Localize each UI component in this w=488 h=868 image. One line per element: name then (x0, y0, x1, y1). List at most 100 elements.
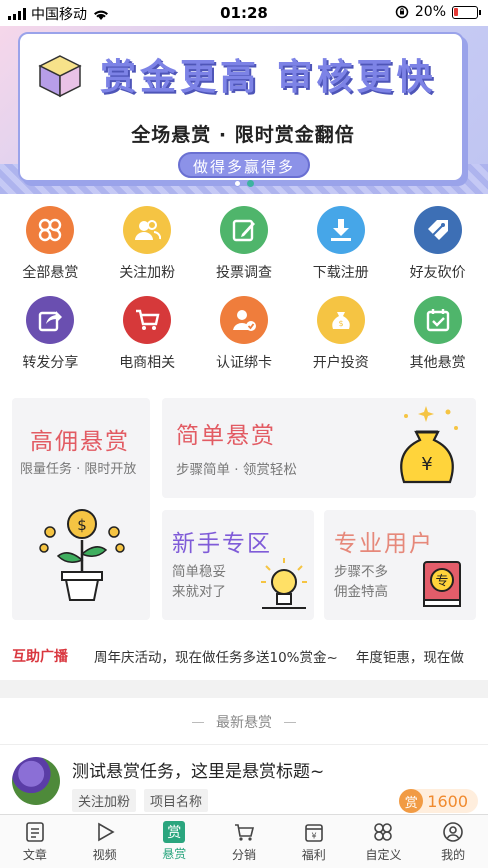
ticker-message: 周年庆活动，现在做任务多送10%赏金~ (94, 650, 338, 666)
pro-book-icon: 专 (423, 561, 461, 607)
tab-label: 福利 (301, 848, 326, 862)
share-icon (26, 296, 75, 344)
category-all[interactable]: 全部悬赏 (2, 206, 98, 282)
tag-icon (413, 206, 462, 254)
tab-mine[interactable]: 我的 (418, 815, 488, 868)
tab-welfare[interactable]: ¥ 福利 (279, 815, 349, 868)
tile-desc-line: 佣金特高 (334, 584, 388, 600)
avatar (12, 757, 60, 805)
tab-distribution[interactable]: 分销 (209, 815, 279, 868)
category-ecommerce[interactable]: 电商相关 (99, 296, 195, 372)
tile-desc-line: 步骤不多 (334, 564, 388, 580)
tile-title: 专业用户 (334, 531, 434, 557)
reward-icon: 赏 (399, 789, 424, 813)
ticker-messages: 周年庆活动，现在做任务多送10%赏金~ 年度钜惠，现在做 (94, 646, 464, 666)
tab-label: 分销 (232, 848, 257, 862)
tile-title: 新手专区 (172, 531, 272, 557)
category-label: 认证绑卡 (215, 355, 272, 371)
task-tag: 关注加粉 (72, 789, 137, 812)
category-verify[interactable]: 认证绑卡 (196, 296, 292, 372)
category-label: 开户投资 (312, 355, 369, 371)
tab-reward[interactable]: 赏 悬赏 (139, 815, 209, 868)
play-icon (93, 820, 117, 844)
tile-desc: 步骤简单 · 领赏轻松 (176, 462, 297, 478)
category-label: 全部悬赏 (22, 265, 79, 281)
banner-subtitle: 全场悬赏 · 限时赏金翻倍 (131, 124, 355, 146)
grid-icon (371, 820, 395, 844)
category-invest[interactable]: $ 开户投资 (293, 296, 389, 372)
banner-headline: 赏金更高 审核更快 (100, 57, 437, 98)
welfare-icon: ¥ (302, 820, 326, 844)
tab-custom[interactable]: 自定义 (349, 815, 419, 868)
carousel-dots[interactable] (0, 180, 488, 187)
svg-text:¥: ¥ (311, 832, 316, 841)
category-grid: 全部悬赏 关注加粉 投票调查 下载注册 好友砍价 转发分享 电商相关 认证绑卡 … (0, 206, 488, 372)
banner-card: 赏金更高 审核更快 全场悬赏 · 限时赏金翻倍 做得多赢得多 (18, 32, 464, 182)
tab-video[interactable]: 视频 (70, 815, 140, 868)
reward-amount: 1600 (427, 791, 468, 811)
edit-icon (219, 206, 268, 254)
rotation-lock-icon (395, 5, 409, 19)
battery-icon (452, 5, 481, 19)
cube-icon (38, 55, 82, 98)
money-plant-icon: $ (39, 509, 125, 601)
task-item[interactable]: 测试悬赏任务，这里是悬赏标题~ 关注加粉 项目名称 赏 1600 (0, 744, 488, 814)
category-label: 好友砍价 (409, 265, 466, 281)
clover-icon (26, 206, 75, 254)
bottom-tab-bar: 文章 视频 赏 悬赏 分销 ¥ 福利 自定义 我的 (0, 814, 488, 868)
banner-pill: 做得多赢得多 (178, 152, 310, 178)
ticker-tag: 互助广播 (12, 649, 68, 665)
carousel-dot[interactable] (234, 180, 241, 187)
lightbulb-icon (261, 558, 307, 609)
article-icon (23, 820, 47, 844)
category-download[interactable]: 下载注册 (293, 206, 389, 282)
tab-label: 悬赏 (162, 847, 187, 861)
tile-simple[interactable]: 简单悬赏 步骤简单 · 领赏轻松 ¥ (162, 398, 476, 498)
svg-text:专: 专 (435, 574, 448, 589)
battery-percent: 20% (414, 4, 446, 20)
broadcast-ticker[interactable]: 互助广播 周年庆活动，现在做任务多送10%赏金~ 年度钜惠，现在做 (0, 632, 488, 680)
tab-article[interactable]: 文章 (0, 815, 70, 868)
tile-pro[interactable]: 专业用户 步骤不多 佣金特高 专 (324, 510, 476, 620)
category-bargain[interactable]: 好友砍价 (390, 206, 486, 282)
category-other[interactable]: 其他悬赏 (390, 296, 486, 372)
calendar-check-icon (413, 296, 462, 344)
divider-line (192, 721, 204, 723)
tab-label: 我的 (441, 848, 466, 862)
section-title: 最新悬赏 (216, 715, 272, 731)
svg-text:$: $ (338, 319, 343, 328)
promo-tiles: 高佣悬赏 限量任务 · 限时开放 $ 简单悬赏 步骤简单 · 领赏轻松 ¥ 新手… (12, 398, 476, 620)
tab-label: 文章 (22, 848, 47, 862)
category-label: 下载注册 (312, 265, 369, 281)
verify-user-icon (219, 296, 268, 344)
users-icon (123, 206, 172, 254)
reward-icon: 赏 (163, 821, 186, 843)
section-divider (0, 680, 488, 698)
category-label: 转发分享 (22, 355, 79, 371)
cart-icon (232, 820, 256, 844)
tile-desc-line: 来就对了 (172, 584, 226, 600)
category-label: 投票调查 (215, 265, 272, 281)
user-icon (441, 820, 465, 844)
tile-title: 简单悬赏 (176, 423, 276, 449)
money-bag-icon: ¥ (400, 406, 458, 484)
carousel-dot-active[interactable] (247, 180, 254, 187)
tile-high-commission[interactable]: 高佣悬赏 限量任务 · 限时开放 $ (12, 398, 150, 620)
latest-section-header: 最新悬赏 (0, 708, 488, 736)
svg-text:¥: ¥ (421, 454, 432, 475)
tab-label: 视频 (92, 848, 117, 862)
category-vote[interactable]: 投票调查 (196, 206, 292, 282)
svg-text:$: $ (77, 516, 87, 534)
tile-newbie[interactable]: 新手专区 简单稳妥 来就对了 (162, 510, 314, 620)
category-label: 电商相关 (119, 355, 176, 371)
category-label: 其他悬赏 (409, 355, 466, 371)
task-tags: 关注加粉 项目名称 (72, 789, 209, 812)
category-follow[interactable]: 关注加粉 (99, 206, 195, 282)
task-tag: 项目名称 (144, 789, 209, 812)
download-icon (316, 206, 365, 254)
promo-banner[interactable]: 赏金更高 审核更快 全场悬赏 · 限时赏金翻倍 做得多赢得多 (0, 26, 488, 194)
category-share[interactable]: 转发分享 (2, 296, 98, 372)
tile-desc: 步骤不多 佣金特高 (334, 562, 388, 602)
tile-desc: 简单稳妥 来就对了 (172, 562, 226, 602)
ticker-message: 年度钜惠，现在做 (355, 650, 464, 666)
